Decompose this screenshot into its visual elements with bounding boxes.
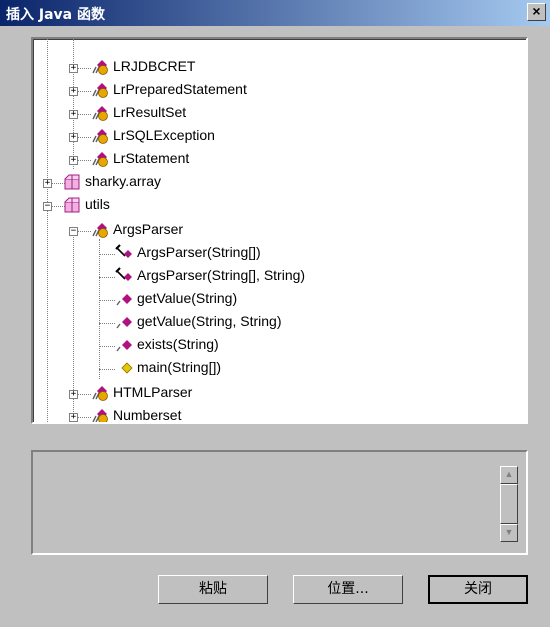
tree-guide-line (47, 39, 48, 422)
tree-item-label[interactable]: exists(String) (137, 336, 219, 352)
scroll-up-icon[interactable]: ▲ (500, 466, 518, 484)
close-icon[interactable]: × (527, 3, 546, 21)
method-icon (116, 317, 132, 329)
tree-guide-line (73, 39, 74, 169)
scroll-thumb[interactable] (500, 484, 518, 524)
title-bar: 插入 Java 函数 × (0, 0, 550, 26)
description-panel: ▲ ▼ (31, 450, 528, 555)
tree-item-label[interactable]: ArgsParser(String[], String) (137, 267, 305, 283)
static-method-icon (121, 362, 133, 374)
tree-item-label[interactable]: ArgsParser (113, 221, 183, 237)
tree-item-label[interactable]: main(String[]) (137, 359, 221, 375)
tree-item-label[interactable]: sharky.array (85, 173, 161, 189)
package-icon (64, 174, 80, 190)
tree-item-label[interactable]: LRJDBCRET (113, 58, 195, 74)
paste-button[interactable]: 粘贴 (158, 575, 268, 604)
expand-icon[interactable]: + (69, 110, 78, 119)
tree-item-label[interactable]: LrPreparedStatement (113, 81, 247, 97)
position-button[interactable]: 位置... (293, 575, 403, 604)
window-title: 插入 Java 函数 (6, 7, 105, 23)
expand-icon[interactable]: + (69, 156, 78, 165)
tree-item-label[interactable]: HTMLParser (113, 384, 192, 400)
tree-item-label[interactable]: getValue(String) (137, 290, 237, 306)
class-icon (92, 60, 108, 75)
class-icon (92, 129, 108, 144)
tree-item-label[interactable]: LrStatement (113, 150, 189, 166)
tree-item-label[interactable]: ArgsParser(String[]) (137, 244, 261, 260)
tree-item-label[interactable]: Numberset (113, 407, 181, 422)
expand-icon[interactable]: + (69, 133, 78, 142)
tree-guide-line (99, 239, 100, 379)
scroll-down-icon[interactable]: ▼ (500, 524, 518, 542)
class-icon (92, 83, 108, 98)
package-icon (64, 197, 80, 213)
tree-item-label[interactable]: getValue(String, String) (137, 313, 281, 329)
class-icon (92, 386, 108, 401)
method-icon (116, 294, 132, 306)
method-icon (116, 340, 132, 352)
constructor-icon (115, 267, 132, 281)
function-tree[interactable]: + LRJDBCRET + LrPreparedStatement + LrRe… (31, 37, 528, 424)
class-icon (92, 106, 108, 121)
class-icon (92, 409, 108, 422)
expand-icon[interactable]: + (69, 64, 78, 73)
expand-icon[interactable]: + (69, 87, 78, 96)
vertical-scrollbar[interactable]: ▲ ▼ (500, 466, 518, 542)
expand-icon[interactable]: + (69, 390, 78, 399)
collapse-icon[interactable]: − (69, 227, 78, 236)
class-icon (92, 223, 108, 238)
class-icon (92, 152, 108, 167)
collapse-icon[interactable]: − (43, 202, 52, 211)
constructor-icon (115, 244, 132, 258)
expand-icon[interactable]: + (43, 179, 52, 188)
tree-item-label[interactable]: LrSQLException (113, 127, 215, 143)
close-button[interactable]: 关闭 (428, 575, 528, 604)
tree-item-label[interactable]: utils (85, 196, 110, 212)
expand-icon[interactable]: + (69, 413, 78, 422)
tree-item-label[interactable]: LrResultSet (113, 104, 186, 120)
